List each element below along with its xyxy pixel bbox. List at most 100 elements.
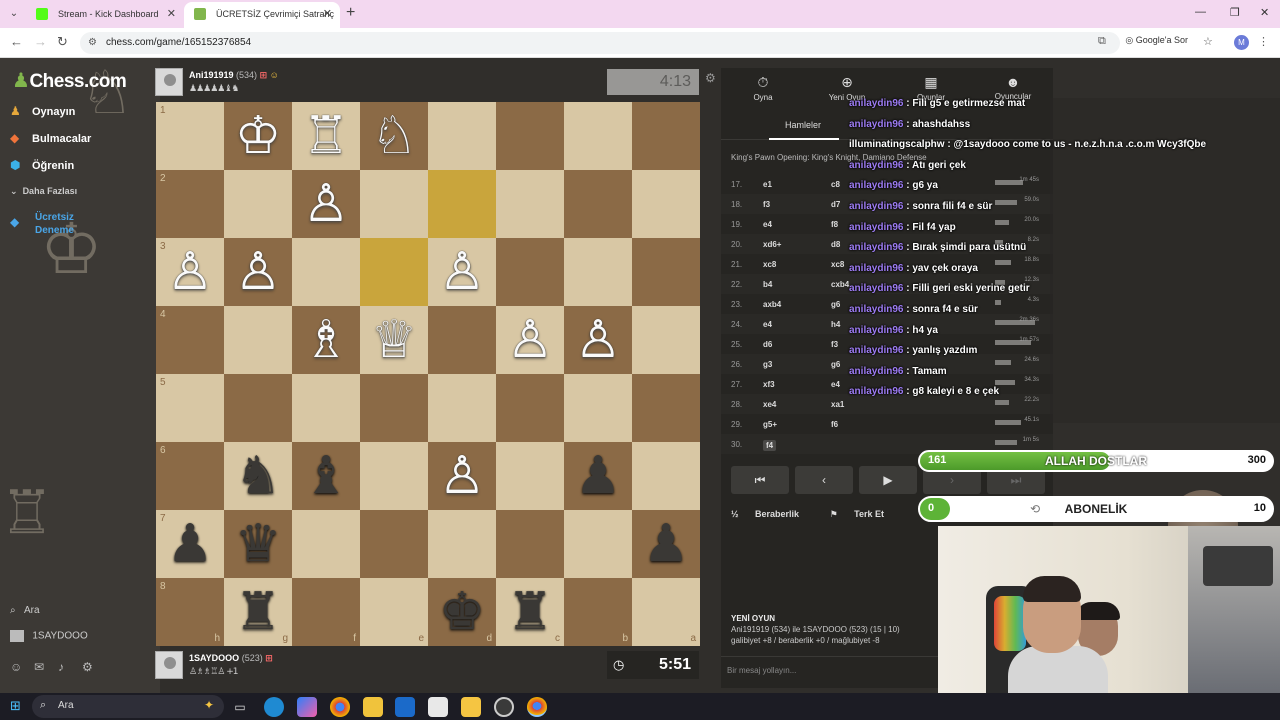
white-piece-icon[interactable]: ♙ — [292, 170, 360, 238]
board-square[interactable] — [360, 510, 428, 578]
bookmark-star-icon[interactable]: ☆ — [1203, 35, 1213, 48]
board-square[interactable]: b — [564, 578, 632, 646]
previous-move-button[interactable]: ‹ — [795, 466, 853, 494]
board-square[interactable] — [496, 374, 564, 442]
resign-button[interactable]: ⚑ Terk Et — [830, 509, 898, 519]
board-square[interactable] — [632, 442, 700, 510]
chess-board[interactable]: 1 2 3 4 5 6 7 8 h g f e d c b a ♔ ♖ ♘ ♙ ♙ ♙ ♙ ♗ ♕ ♙ ♙ ♞ ♝ ♙ ♟ ♟ ♛ ♟ ♜ ♚ ♜ — [156, 102, 700, 646]
black-move[interactable]: d8 — [831, 240, 840, 249]
white-move[interactable]: g3 — [763, 360, 772, 369]
black-move[interactable]: d7 — [831, 200, 840, 209]
store-icon[interactable] — [428, 697, 448, 717]
close-window-icon[interactable]: ✕ — [1260, 6, 1269, 19]
address-bar[interactable]: ⚙ chess.com/game/165152376854 — [80, 32, 1120, 54]
board-square[interactable] — [360, 374, 428, 442]
black-piece-icon[interactable]: ♝ — [292, 442, 360, 510]
bottom-player-name-line[interactable]: 1SAYDOOO (523) ⊞ — [189, 653, 273, 664]
board-square[interactable]: a — [632, 578, 700, 646]
black-move[interactable]: f6 — [831, 420, 838, 429]
black-move[interactable]: xa1 — [831, 400, 844, 409]
notifications-bell-icon[interactable]: ♪ — [58, 660, 82, 674]
menu-dots-icon[interactable]: ⋮ — [1258, 35, 1269, 48]
bottom-player-avatar[interactable] — [155, 651, 183, 679]
board-settings-gear-icon[interactable]: ⚙ — [705, 71, 716, 85]
browser-tab-chess[interactable]: ÜCRETSİZ Çevrimiçi Satranç ✕ — [184, 2, 340, 28]
back-arrow-icon[interactable]: ← — [10, 34, 23, 49]
sidebar-item-puzzles[interactable]: ◆ Bulmacalar — [10, 131, 91, 145]
sidebar-more[interactable]: ⌄ Daha Fazlası — [10, 186, 77, 197]
board-square[interactable]: 6 — [156, 442, 224, 510]
white-move[interactable]: axb4 — [763, 300, 781, 309]
white-move[interactable]: xf3 — [763, 380, 775, 389]
board-square[interactable] — [292, 510, 360, 578]
black-move[interactable]: g6 — [831, 360, 840, 369]
white-piece-icon[interactable]: ♙ — [428, 238, 496, 306]
white-piece-icon[interactable]: ♘ — [360, 102, 428, 170]
sidebar-item-play[interactable]: ♟ Oynayın — [10, 104, 75, 118]
white-piece-icon[interactable]: ♔ — [224, 102, 292, 170]
obs-icon[interactable] — [494, 697, 514, 717]
black-move[interactable]: xc8 — [831, 260, 844, 269]
profile-avatar[interactable]: M — [1234, 35, 1249, 50]
task-view-icon[interactable]: ▭ — [230, 697, 250, 717]
sidebar-user[interactable]: 1SAYDOOO — [10, 630, 88, 642]
black-move[interactable]: f8 — [831, 220, 838, 229]
board-square[interactable] — [564, 374, 632, 442]
subtab-moves[interactable]: Hamleler — [785, 120, 821, 130]
browser-tab-kick[interactable]: Stream - Kick Dashboard ✕ — [26, 2, 184, 28]
board-square[interactable]: f — [292, 578, 360, 646]
white-move[interactable]: f3 — [763, 200, 770, 209]
board-square[interactable] — [428, 170, 496, 238]
board-square[interactable]: 4 — [156, 306, 224, 374]
app-icon[interactable] — [461, 697, 481, 717]
board-square[interactable] — [564, 102, 632, 170]
black-move[interactable]: c8 — [831, 180, 840, 189]
white-move[interactable]: xe4 — [763, 400, 776, 409]
white-piece-icon[interactable]: ♕ — [360, 306, 428, 374]
black-piece-icon[interactable]: ♞ — [224, 442, 292, 510]
taskbar-search[interactable]: ⌕ Ara ✦ — [32, 695, 224, 718]
white-move[interactable]: xd6+ — [763, 240, 781, 249]
black-piece-icon[interactable]: ♟ — [564, 442, 632, 510]
install-app-icon[interactable]: ⧉ — [1098, 35, 1106, 48]
tab-list-chevron-icon[interactable]: ⌄ — [6, 6, 22, 22]
board-square[interactable] — [496, 510, 564, 578]
board-square[interactable] — [292, 374, 360, 442]
file-explorer-icon[interactable] — [363, 697, 383, 717]
white-piece-icon[interactable]: ♙ — [564, 306, 632, 374]
white-move[interactable]: e1 — [763, 180, 772, 189]
settings-gear-icon[interactable]: ⚙ — [82, 660, 106, 674]
black-move[interactable]: g6 — [831, 300, 840, 309]
board-square[interactable] — [428, 510, 496, 578]
white-move[interactable]: b4 — [763, 280, 772, 289]
site-info-icon[interactable]: ⚙ — [88, 32, 97, 54]
white-move[interactable]: g5+ — [763, 420, 777, 429]
board-square[interactable] — [224, 170, 292, 238]
black-piece-icon[interactable]: ♜ — [224, 578, 292, 646]
board-square[interactable] — [360, 170, 428, 238]
chrome-active-icon[interactable] — [527, 697, 547, 717]
board-square[interactable] — [224, 306, 292, 374]
sidebar-item-learn[interactable]: ⬢ Öğrenin — [10, 158, 74, 172]
black-piece-icon[interactable]: ♜ — [496, 578, 564, 646]
black-move[interactable]: f3 — [831, 340, 838, 349]
white-move[interactable]: f4 — [763, 440, 777, 451]
minimize-icon[interactable]: — — [1195, 6, 1206, 18]
board-square[interactable] — [428, 306, 496, 374]
board-square[interactable] — [564, 170, 632, 238]
top-player-avatar[interactable] — [155, 68, 183, 96]
board-square[interactable] — [632, 374, 700, 442]
board-square[interactable] — [564, 510, 632, 578]
board-square[interactable] — [632, 306, 700, 374]
black-move[interactable]: e4 — [831, 380, 840, 389]
board-square[interactable]: 8h — [156, 578, 224, 646]
forward-arrow-icon[interactable]: → — [34, 34, 47, 49]
sidebar-search[interactable]: ⌕ Ara — [10, 605, 40, 616]
white-piece-icon[interactable]: ♙ — [224, 238, 292, 306]
close-tab-icon[interactable]: ✕ — [323, 2, 332, 26]
play-button[interactable]: ▶ — [859, 466, 917, 494]
board-square[interactable] — [360, 442, 428, 510]
black-piece-icon[interactable]: ♟ — [156, 510, 224, 578]
chrome-icon[interactable] — [330, 697, 350, 717]
tab-players[interactable]: ☻ Oyuncular — [971, 74, 1055, 101]
